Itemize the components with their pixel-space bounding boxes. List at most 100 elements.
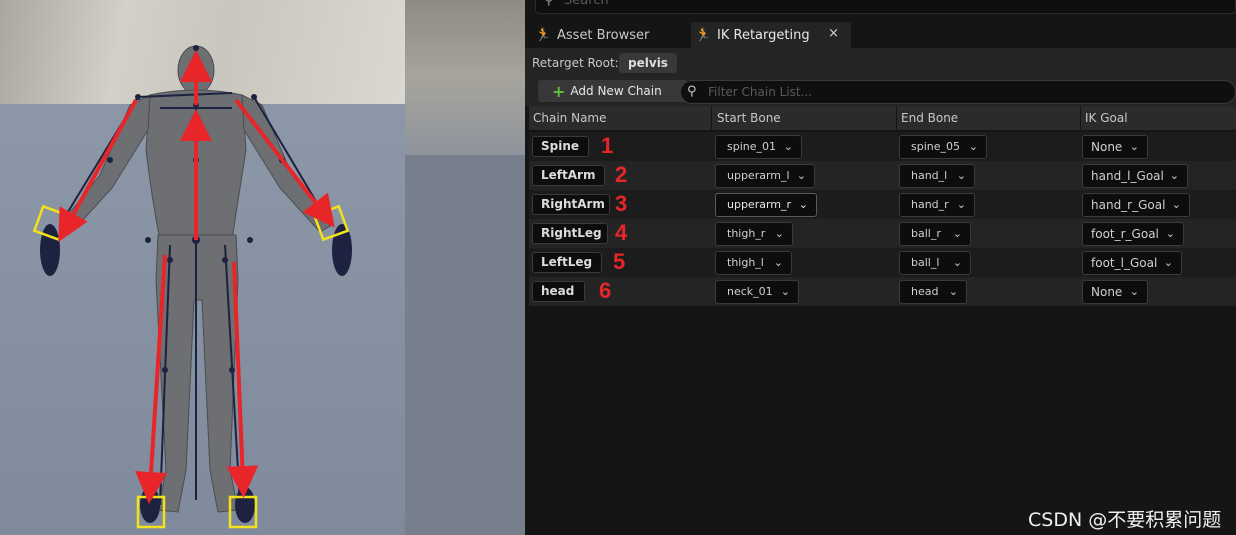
chevron-down-icon: ⌄ [952,256,962,269]
end-bone-dropdown[interactable]: spine_05 ⌄ [899,135,987,159]
start-bone-dropdown[interactable]: thigh_r ⌄ [715,222,793,246]
retarget-root-label: Retarget Root: [532,56,619,70]
search-icon: ⚲ [544,0,554,8]
blurred-background [405,0,525,155]
chain-name[interactable]: LeftArm [532,165,605,186]
end-bone-value: hand_l [911,169,948,182]
ik-goal-dropdown[interactable]: None ⌄ [1082,280,1148,304]
end-bone-value: hand_r [911,198,949,211]
start-bone-value: thigh_r [727,227,766,240]
ik-goal-value: None [1091,285,1123,299]
chain-table-header: Chain Name Start Bone End Bone IK Goal [529,106,1236,130]
retarget-root-value: pelvis [619,53,677,73]
viewport-secondary-preview [405,0,525,535]
search-icon: ⚲ [687,84,697,99]
ik-goal-value: hand_r_Goal [1091,198,1166,212]
running-figure-icon: 🏃 [695,27,712,43]
end-bone-dropdown[interactable]: hand_r ⌄ [899,193,975,217]
start-bone-dropdown[interactable]: spine_01 ⌄ [715,135,802,159]
end-bone-value: head [911,285,939,298]
chevron-down-icon: ⌄ [796,169,806,182]
end-bone-dropdown[interactable]: hand_l ⌄ [899,164,975,188]
chevron-down-icon: ⌄ [1129,285,1139,298]
column-header-start-bone[interactable]: Start Bone [713,106,897,130]
chevron-down-icon: ⌄ [1129,140,1139,153]
ik-goal-value: foot_r_Goal [1091,227,1159,241]
table-row[interactable]: LeftLeg 5 thigh_l ⌄ ball_l ⌄ foot_l_Goal ⌄ [529,248,1236,277]
ik-goal-dropdown[interactable]: None ⌄ [1082,135,1148,159]
ik-goal-value: foot_l_Goal [1091,256,1158,270]
chain-name[interactable]: head [532,281,585,302]
chevron-down-icon: ⌄ [948,285,958,298]
start-bone-dropdown[interactable]: upperarm_r ⌄ [715,193,817,217]
chevron-down-icon: ⌄ [783,140,793,153]
search-bar[interactable]: ⚲ Search [535,0,1236,14]
start-bone-value: thigh_l [727,256,764,269]
end-bone-value: ball_r [911,227,941,240]
chain-name[interactable]: RightArm [532,194,610,215]
filter-chain-input[interactable]: ⚲ Filter Chain List... [680,80,1236,104]
annotation-number: 1 [601,133,614,158]
watermark: CSDN @不要积累问题 [1028,509,1222,531]
retarget-root-bar: Retarget Root: pelvis [525,48,1236,78]
table-row[interactable]: head 6 neck_01 ⌄ head ⌄ None ⌄ [529,277,1236,306]
arrow-left-leg [226,261,259,498]
ik-goal-dropdown[interactable]: hand_r_Goal ⌄ [1082,193,1190,217]
chevron-down-icon: ⌄ [1165,227,1175,240]
chevron-down-icon: ⌄ [1163,256,1173,269]
chain-name[interactable]: Spine [532,136,589,157]
chevron-down-icon: ⌄ [952,227,962,240]
column-header-ik-goal[interactable]: IK Goal [1081,106,1236,130]
tab-asset-browser[interactable]: 🏃 Asset Browser [531,22,689,48]
start-bone-value: spine_01 [727,140,777,153]
start-bone-value: upperarm_r [727,198,792,211]
start-bone-dropdown[interactable]: upperarm_l ⌄ [715,164,815,188]
add-new-chain-label: Add New Chain [570,84,662,98]
ik-goal-dropdown[interactable]: foot_l_Goal ⌄ [1082,251,1182,275]
chevron-down-icon: ⌄ [773,256,783,269]
chain-toolbar: + Add New Chain ⚲ Filter Chain List... [525,78,1236,106]
ik-goal-dropdown[interactable]: foot_r_Goal ⌄ [1082,222,1184,246]
annotation-number: 4 [615,220,628,245]
search-placeholder: Search [564,0,609,8]
annotation-number: 3 [615,191,628,216]
start-bone-dropdown[interactable]: neck_01 ⌄ [715,280,799,304]
add-new-chain-button[interactable]: + Add New Chain [538,80,687,102]
ik-goal-dropdown[interactable]: hand_l_Goal ⌄ [1082,164,1188,188]
end-bone-dropdown[interactable]: ball_l ⌄ [899,251,971,275]
chain-name[interactable]: LeftLeg [532,252,602,273]
end-bone-dropdown[interactable]: ball_r ⌄ [899,222,971,246]
character-skeleton-preview [32,45,352,529]
end-bone-value: ball_l [911,256,940,269]
start-bone-value: upperarm_l [727,169,790,182]
table-row[interactable]: RightArm 3 upperarm_r ⌄ hand_r ⌄ hand_r_Go… [529,190,1236,219]
start-bone-dropdown[interactable]: thigh_l ⌄ [715,251,792,275]
table-row[interactable]: RightLeg 4 thigh_r ⌄ ball_r ⌄ foot_r_Goal ⌄ [529,219,1236,248]
column-header-end-bone[interactable]: End Bone [897,106,1081,130]
chevron-down-icon: ⌄ [1171,198,1181,211]
table-row[interactable]: LeftArm 2 upperarm_l ⌄ hand_l ⌄ hand_l_Goa… [529,161,1236,190]
close-icon[interactable]: × [828,26,839,41]
annotation-number: 5 [613,249,626,274]
end-bone-dropdown[interactable]: head ⌄ [899,280,967,304]
filter-placeholder: Filter Chain List... [708,85,813,99]
arrow-right-arm [234,98,335,228]
table-row[interactable]: Spine 1 spine_01 ⌄ spine_05 ⌄ None ⌄ [529,132,1236,161]
annotation-number: 2 [615,162,628,187]
running-figure-icon: 🏃 [535,27,552,43]
viewport[interactable] [0,0,405,535]
end-bone-value: spine_05 [911,140,961,153]
tab-label: IK Retargeting [717,27,810,43]
annotation-number: 6 [599,278,612,303]
ik-goal-value: None [1091,140,1123,154]
tab-bar: 🏃 Asset Browser 🏃 IK Retargeting × [525,22,1236,48]
chevron-down-icon: ⌄ [780,285,790,298]
chain-name[interactable]: RightLeg [532,223,608,244]
tab-label: Asset Browser [557,27,650,43]
column-header-chain-name[interactable]: Chain Name [529,106,712,130]
ik-goal-value: hand_l_Goal [1091,169,1164,183]
chevron-down-icon: ⌄ [956,169,966,182]
chevron-down-icon: ⌄ [798,198,808,211]
chevron-down-icon: ⌄ [968,140,978,153]
tab-ik-retargeting[interactable]: 🏃 IK Retargeting × [691,22,851,48]
